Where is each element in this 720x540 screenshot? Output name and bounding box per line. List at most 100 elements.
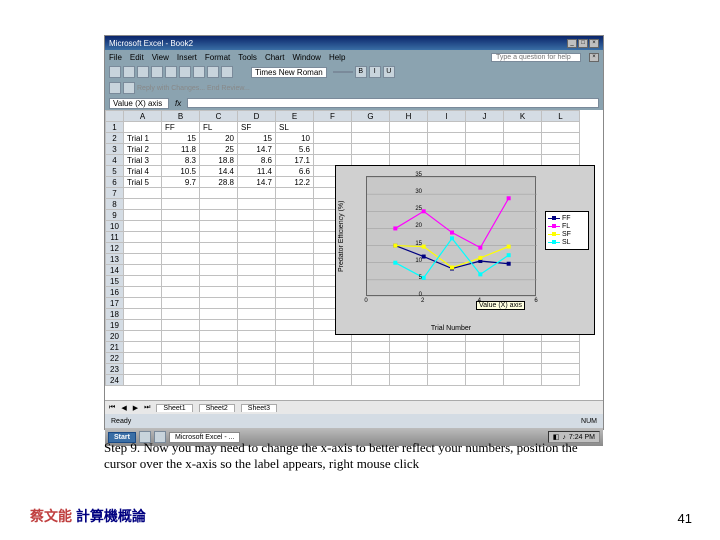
cell[interactable]: 14.7 bbox=[238, 177, 276, 188]
cell[interactable] bbox=[276, 221, 314, 232]
menu-format[interactable]: Format bbox=[205, 53, 230, 62]
cell[interactable] bbox=[276, 254, 314, 265]
cell[interactable] bbox=[428, 133, 466, 144]
sheet-tab-1[interactable]: Sheet1 bbox=[156, 404, 192, 412]
cell[interactable] bbox=[238, 342, 276, 353]
cell[interactable] bbox=[162, 254, 200, 265]
cell[interactable] bbox=[314, 342, 352, 353]
minimize-button[interactable]: _ bbox=[567, 39, 577, 48]
cell[interactable] bbox=[352, 155, 390, 166]
menu-chart[interactable]: Chart bbox=[265, 53, 285, 62]
col-header[interactable]: G bbox=[352, 111, 390, 122]
cell[interactable] bbox=[162, 221, 200, 232]
cell[interactable] bbox=[276, 320, 314, 331]
font-size-select[interactable] bbox=[333, 71, 353, 73]
row-header[interactable]: 16 bbox=[106, 287, 124, 298]
cell[interactable]: Trial 2 bbox=[124, 144, 162, 155]
cell[interactable] bbox=[466, 122, 504, 133]
cell[interactable] bbox=[124, 199, 162, 210]
cell[interactable] bbox=[276, 298, 314, 309]
embedded-chart[interactable]: Predator Efficiency (%) 05101520253035 0… bbox=[335, 165, 595, 335]
cell[interactable] bbox=[276, 232, 314, 243]
legend-item[interactable]: FF bbox=[548, 215, 586, 222]
chart-legend[interactable]: FFFLSFSL bbox=[545, 211, 589, 250]
review-icon[interactable] bbox=[109, 82, 121, 94]
cell[interactable] bbox=[124, 331, 162, 342]
cell[interactable] bbox=[390, 342, 428, 353]
cell[interactable]: Trial 1 bbox=[124, 133, 162, 144]
cell[interactable] bbox=[124, 243, 162, 254]
cell[interactable] bbox=[124, 353, 162, 364]
cell[interactable] bbox=[162, 309, 200, 320]
cell[interactable] bbox=[428, 364, 466, 375]
maximize-button[interactable]: □ bbox=[578, 39, 588, 48]
cell[interactable] bbox=[504, 353, 542, 364]
cell[interactable] bbox=[542, 155, 580, 166]
col-header[interactable]: L bbox=[542, 111, 580, 122]
cell[interactable] bbox=[466, 155, 504, 166]
doc-close-button[interactable]: × bbox=[589, 53, 599, 62]
cell[interactable] bbox=[466, 342, 504, 353]
cell[interactable] bbox=[200, 199, 238, 210]
cell[interactable] bbox=[352, 353, 390, 364]
menu-window[interactable]: Window bbox=[293, 53, 321, 62]
cell[interactable] bbox=[238, 364, 276, 375]
cell[interactable] bbox=[276, 353, 314, 364]
cell[interactable] bbox=[276, 331, 314, 342]
cell[interactable]: 5.6 bbox=[276, 144, 314, 155]
menu-insert[interactable]: Insert bbox=[177, 53, 197, 62]
cell[interactable] bbox=[238, 320, 276, 331]
cut-icon[interactable] bbox=[165, 66, 177, 78]
cell[interactable] bbox=[352, 364, 390, 375]
row-header[interactable]: 1 bbox=[106, 122, 124, 133]
cell[interactable] bbox=[428, 375, 466, 386]
cell[interactable] bbox=[124, 298, 162, 309]
cell[interactable] bbox=[276, 287, 314, 298]
cell[interactable]: 20 bbox=[200, 133, 238, 144]
col-header[interactable]: A bbox=[124, 111, 162, 122]
menu-tools[interactable]: Tools bbox=[238, 53, 257, 62]
cell[interactable] bbox=[314, 144, 352, 155]
cell[interactable] bbox=[428, 122, 466, 133]
cell[interactable] bbox=[428, 144, 466, 155]
row-header[interactable]: 13 bbox=[106, 254, 124, 265]
col-header[interactable]: E bbox=[276, 111, 314, 122]
cell[interactable] bbox=[124, 254, 162, 265]
cell[interactable] bbox=[124, 122, 162, 133]
cell[interactable] bbox=[276, 342, 314, 353]
cell[interactable]: Trial 3 bbox=[124, 155, 162, 166]
row-header[interactable]: 6 bbox=[106, 177, 124, 188]
titlebar[interactable]: Microsoft Excel - Book2 _ □ × bbox=[105, 36, 603, 50]
cell[interactable] bbox=[390, 144, 428, 155]
cell[interactable] bbox=[352, 342, 390, 353]
cell[interactable] bbox=[162, 243, 200, 254]
redo-icon[interactable] bbox=[221, 66, 233, 78]
font-name-select[interactable]: Times New Roman bbox=[251, 67, 327, 78]
tab-nav-prev[interactable]: ◀ bbox=[121, 404, 126, 412]
cell[interactable] bbox=[162, 320, 200, 331]
cell[interactable] bbox=[124, 375, 162, 386]
cell[interactable] bbox=[542, 353, 580, 364]
cell[interactable] bbox=[276, 188, 314, 199]
cell[interactable] bbox=[200, 265, 238, 276]
col-header[interactable]: F bbox=[314, 111, 352, 122]
cell[interactable] bbox=[352, 144, 390, 155]
col-header[interactable]: D bbox=[238, 111, 276, 122]
row-header[interactable]: 15 bbox=[106, 276, 124, 287]
cell[interactable] bbox=[124, 276, 162, 287]
row-header[interactable]: 4 bbox=[106, 155, 124, 166]
cell[interactable] bbox=[162, 375, 200, 386]
row-header[interactable]: 17 bbox=[106, 298, 124, 309]
menu-file[interactable]: File bbox=[109, 53, 122, 62]
cell[interactable] bbox=[124, 364, 162, 375]
row-header[interactable]: 19 bbox=[106, 320, 124, 331]
row-header[interactable]: 18 bbox=[106, 309, 124, 320]
row-header[interactable]: 23 bbox=[106, 364, 124, 375]
open-icon[interactable] bbox=[123, 66, 135, 78]
cell[interactable] bbox=[238, 210, 276, 221]
legend-item[interactable]: FL bbox=[548, 223, 586, 230]
cell[interactable] bbox=[352, 133, 390, 144]
cell[interactable] bbox=[314, 155, 352, 166]
row-header[interactable]: 9 bbox=[106, 210, 124, 221]
row-header[interactable]: 11 bbox=[106, 232, 124, 243]
